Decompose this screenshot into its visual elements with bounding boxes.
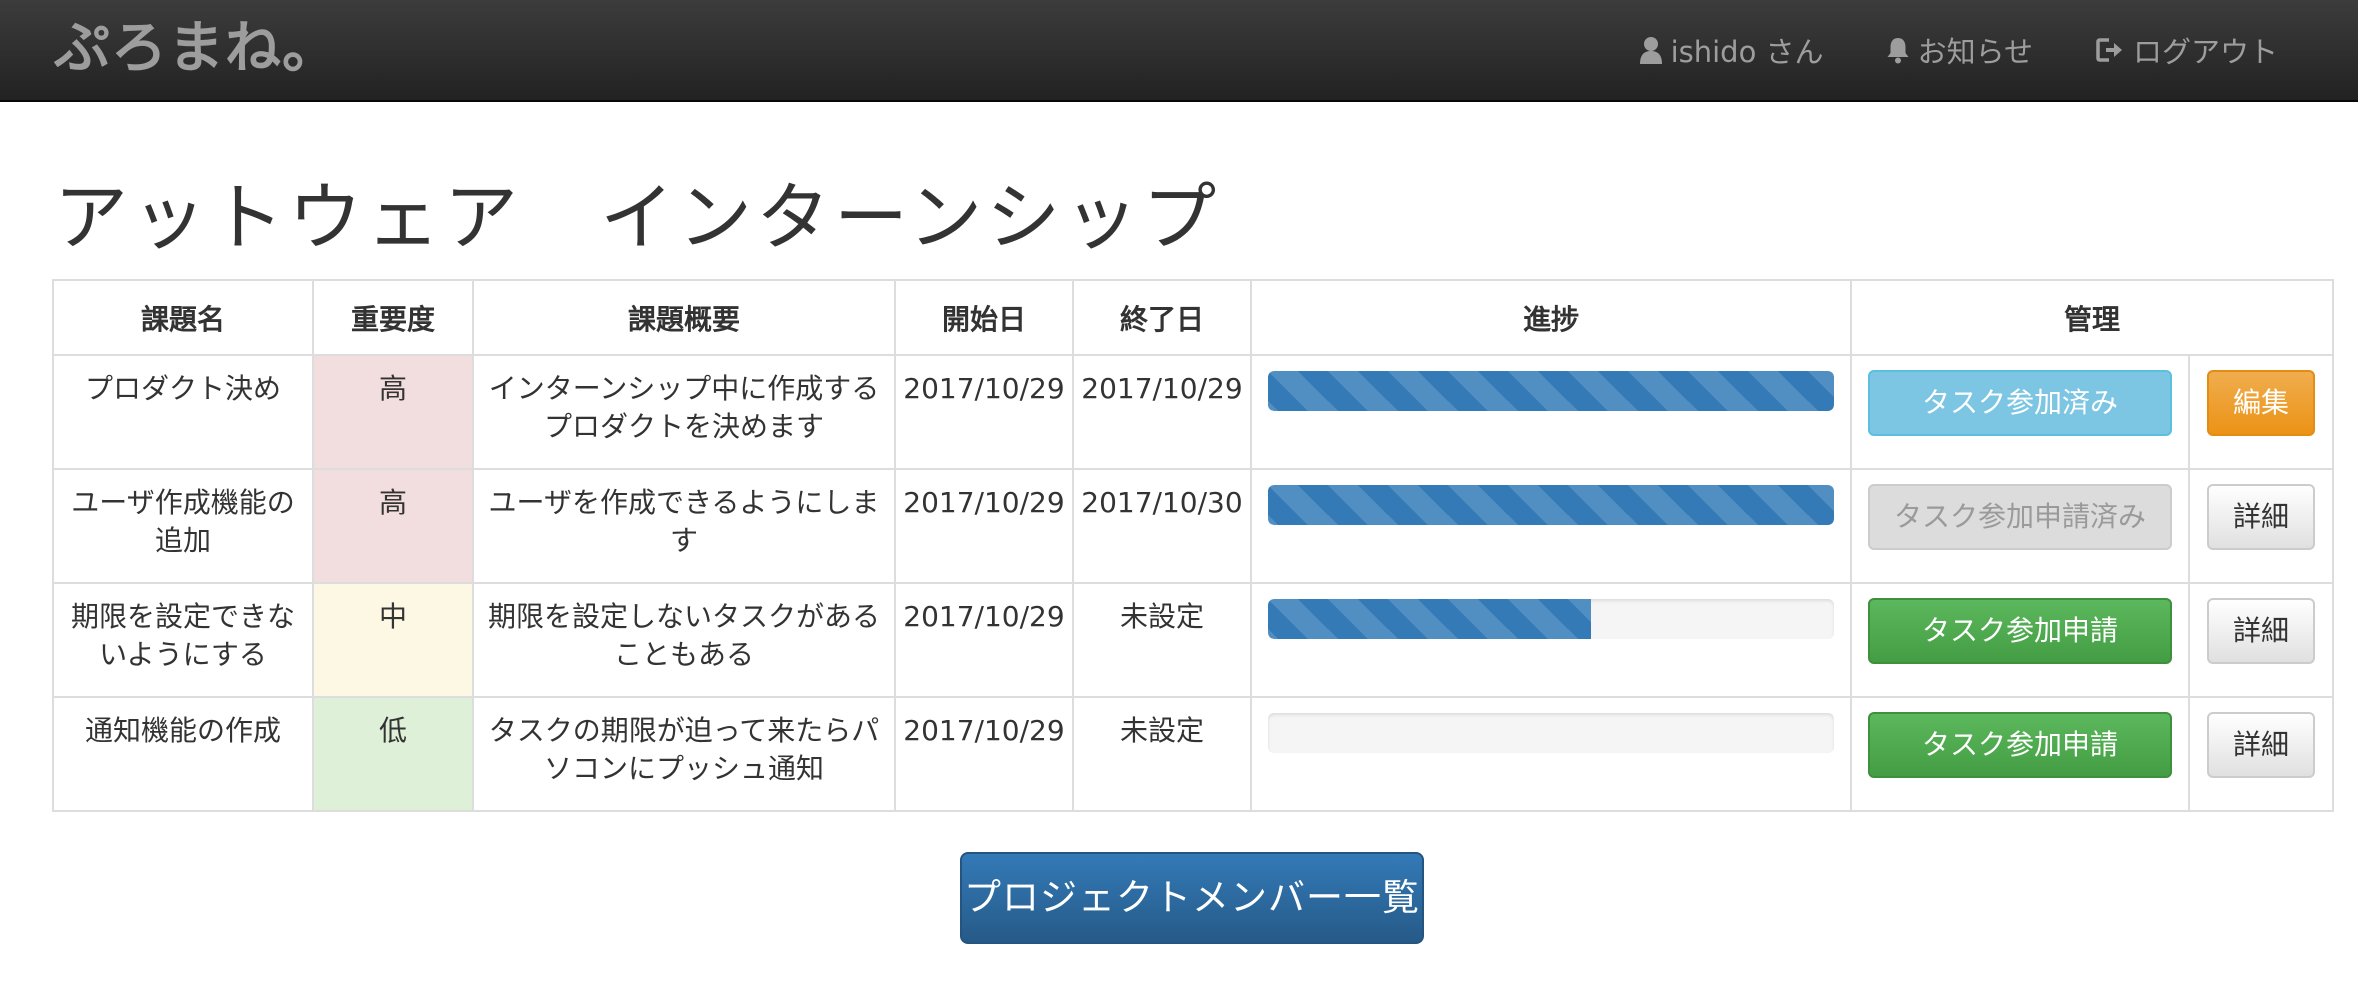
progress-cell [1250, 696, 1852, 812]
row-action-cell: 編集 [2187, 354, 2335, 470]
progress-bar-fill [1268, 599, 1591, 639]
task-summary: タスクの期限が迫って来たらパソコンにプッシュ通知 [488, 714, 880, 785]
start-date: 2017/10/29 [903, 486, 1065, 519]
end-date: 2017/10/30 [1081, 486, 1243, 519]
table-header-row: 課題名 重要度 課題概要 開始日 終了日 進捗 管理 [52, 279, 2335, 356]
task-request-button[interactable]: タスク参加申請 [1868, 712, 2172, 778]
task-name: プロダクト決め [84, 372, 281, 405]
start-date: 2017/10/29 [903, 372, 1065, 405]
progress-bar-track [1268, 371, 1834, 411]
task-action-cell: タスク参加申請済み [1850, 468, 2190, 584]
task-name-cell: 通知機能の作成 [52, 696, 314, 812]
navbar: ぷろまね。 ishido さん お知らせ ログアウト [0, 0, 2358, 102]
end-date: 未設定 [1119, 714, 1204, 747]
start-date: 2017/10/29 [903, 714, 1065, 747]
progress-cell [1250, 354, 1852, 470]
details-button[interactable]: 詳細 [2207, 484, 2315, 550]
notifications-label: お知らせ [1917, 35, 2033, 69]
table-row: 期限を設定できないようにする 中 期限を設定しないタスクがあることもある 201… [52, 582, 2335, 698]
progress-bar-track [1268, 485, 1834, 525]
brand-logo[interactable]: ぷろまね。 [54, 14, 339, 84]
details-button[interactable]: 詳細 [2207, 598, 2315, 664]
task-request-button[interactable]: タスク参加申請 [1868, 598, 2172, 664]
header-summary: 課題概要 [472, 279, 896, 356]
task-name: 通知機能の作成 [84, 714, 281, 747]
task-request-pending-button[interactable]: タスク参加申請済み [1868, 484, 2172, 550]
progress-bar-track [1268, 713, 1834, 753]
task-action-cell: タスク参加済み [1850, 354, 2190, 470]
importance-cell: 高 [312, 354, 474, 470]
table-row: プロダクト決め 高 インターンシップ中に作成するプロダクトを決めます 2017/… [52, 354, 2335, 470]
header-end: 終了日 [1072, 279, 1252, 356]
summary-cell: 期限を設定しないタスクがあることもある [472, 582, 896, 698]
user-icon [1639, 36, 1663, 64]
progress-bar-track [1268, 599, 1834, 639]
start-date: 2017/10/29 [903, 600, 1065, 633]
header-name: 課題名 [52, 279, 314, 356]
navbar-right: ishido さん お知らせ ログアウト [1639, 0, 2278, 100]
task-name: 期限を設定できないようにする [70, 600, 295, 671]
page-title: アットウェア インターンシップ [54, 175, 1221, 261]
summary-cell: インターンシップ中に作成するプロダクトを決めます [472, 354, 896, 470]
importance-label: 高 [378, 486, 407, 519]
task-action-cell: タスク参加申請 [1850, 582, 2190, 698]
task-summary: ユーザを作成できるようにします [488, 486, 880, 557]
start-date-cell: 2017/10/29 [894, 468, 1074, 584]
task-name-cell: 期限を設定できないようにする [52, 582, 314, 698]
task-action-cell: タスク参加申請 [1850, 696, 2190, 812]
row-action-cell: 詳細 [2187, 468, 2335, 584]
summary-cell: ユーザを作成できるようにします [472, 468, 896, 584]
project-members-button[interactable]: プロジェクトメンバー一覧 [960, 852, 1424, 944]
logout-label: ログアウト [2132, 35, 2278, 69]
end-date-cell: 未設定 [1072, 582, 1252, 698]
importance-label: 中 [378, 600, 407, 633]
importance-cell: 中 [312, 582, 474, 698]
start-date-cell: 2017/10/29 [894, 582, 1074, 698]
task-summary: 期限を設定しないタスクがあることもある [488, 600, 881, 671]
header-start: 開始日 [894, 279, 1074, 356]
end-date-cell: 2017/10/29 [1072, 354, 1252, 470]
end-date-cell: 2017/10/30 [1072, 468, 1252, 584]
task-name-cell: ユーザ作成機能の追加 [52, 468, 314, 584]
progress-bar-fill [1268, 371, 1834, 411]
notifications-link[interactable]: お知らせ [1886, 29, 2033, 71]
task-summary: インターンシップ中に作成するプロダクトを決めます [488, 372, 880, 443]
start-date-cell: 2017/10/29 [894, 354, 1074, 470]
start-date-cell: 2017/10/29 [894, 696, 1074, 812]
logout-link[interactable]: ログアウト [2095, 29, 2278, 71]
summary-cell: タスクの期限が迫って来たらパソコンにプッシュ通知 [472, 696, 896, 812]
header-importance: 重要度 [312, 279, 474, 356]
task-joined-button[interactable]: タスク参加済み [1868, 370, 2172, 436]
progress-bar-fill [1268, 485, 1834, 525]
task-name: ユーザ作成機能の追加 [71, 486, 295, 557]
row-action-cell: 詳細 [2187, 696, 2335, 812]
header-progress: 進捗 [1250, 279, 1852, 356]
user-label: ishido さん [1670, 35, 1824, 69]
table-row: 通知機能の作成 低 タスクの期限が迫って来たらパソコンにプッシュ通知 2017/… [52, 696, 2335, 812]
task-table: 課題名 重要度 課題概要 開始日 終了日 進捗 管理 プロダクト決め 高 インタ… [52, 279, 2335, 812]
importance-label: 低 [378, 714, 407, 747]
details-button[interactable]: 詳細 [2207, 712, 2315, 778]
end-date: 未設定 [1119, 600, 1204, 633]
progress-cell [1250, 582, 1852, 698]
importance-cell: 高 [312, 468, 474, 584]
importance-label: 高 [378, 372, 407, 405]
task-name-cell: プロダクト決め [52, 354, 314, 470]
end-date: 2017/10/29 [1081, 372, 1243, 405]
edit-button[interactable]: 編集 [2207, 370, 2315, 436]
bell-icon [1886, 36, 1910, 64]
user-menu-link[interactable]: ishido さん [1639, 29, 1824, 71]
logout-icon [2095, 36, 2125, 64]
importance-cell: 低 [312, 696, 474, 812]
table-row: ユーザ作成機能の追加 高 ユーザを作成できるようにします 2017/10/29 … [52, 468, 2335, 584]
progress-cell [1250, 468, 1852, 584]
end-date-cell: 未設定 [1072, 696, 1252, 812]
header-manage: 管理 [1849, 279, 2335, 356]
row-action-cell: 詳細 [2187, 582, 2335, 698]
